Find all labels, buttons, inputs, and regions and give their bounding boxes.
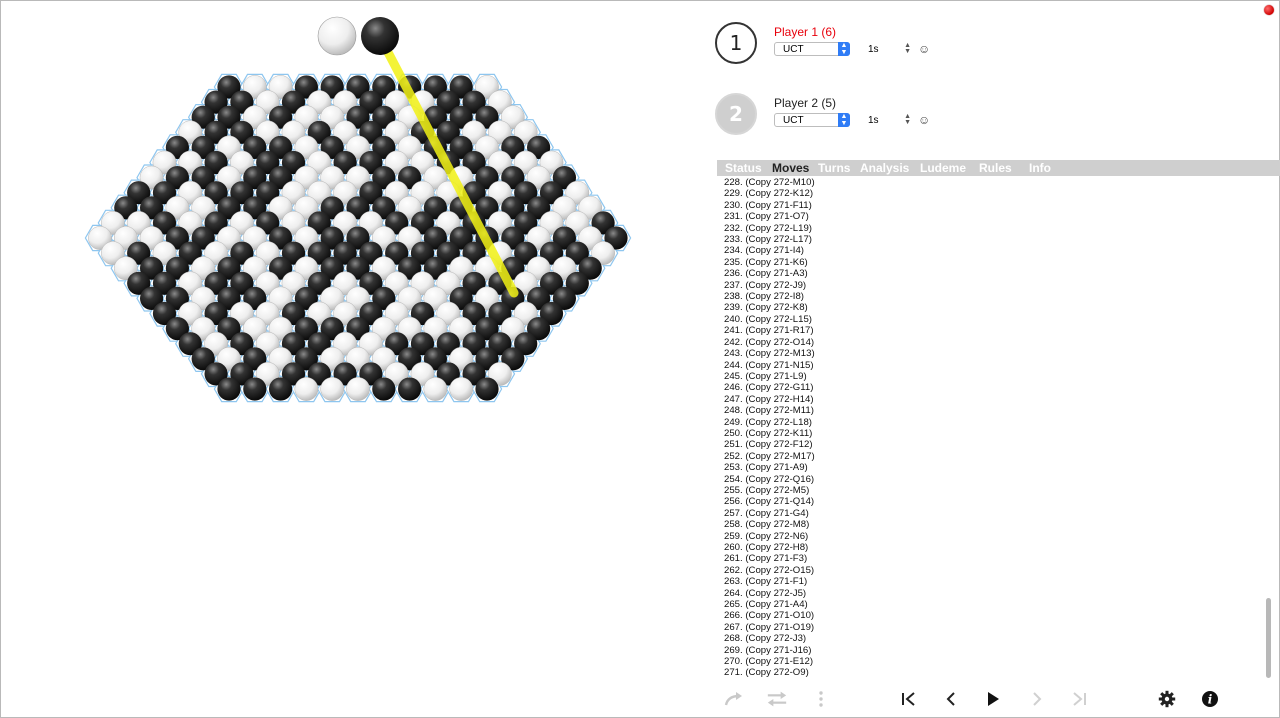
move-item[interactable]: 250. (Copy 272-K11) <box>724 428 1244 439</box>
svg-text:i: i <box>1208 693 1213 707</box>
black-stone[interactable] <box>217 377 241 401</box>
white-stone[interactable] <box>346 377 370 401</box>
black-stone[interactable] <box>372 377 396 401</box>
move-item[interactable]: 230. (Copy 271-F11) <box>724 200 1244 211</box>
play-icon[interactable] <box>982 688 1004 710</box>
move-item[interactable]: 229. (Copy 272-K12) <box>724 188 1244 199</box>
smiley-icon[interactable]: ☺ <box>918 43 930 55</box>
move-item[interactable]: 232. (Copy 272-L19) <box>724 223 1244 234</box>
black-stone[interactable] <box>398 377 422 401</box>
white-stone[interactable] <box>294 377 319 401</box>
move-item[interactable]: 236. (Copy 271-A3) <box>724 268 1244 279</box>
move-item[interactable]: 267. (Copy 271-O19) <box>724 622 1244 633</box>
chevron-updown-icon: ▲ ▼ <box>838 113 850 127</box>
player-2-ai-select[interactable]: UCT ▲ ▼ <box>774 113 850 127</box>
move-item[interactable]: 249. (Copy 272-L18) <box>724 417 1244 428</box>
move-item[interactable]: 238. (Copy 272-I8) <box>724 291 1244 302</box>
move-item[interactable]: 253. (Copy 271-A9) <box>724 462 1244 473</box>
smiley-icon[interactable]: ☺ <box>918 114 930 126</box>
move-item[interactable]: 234. (Copy 271-I4) <box>724 245 1244 256</box>
tab-bar: Status Moves Turns Analysis Ludeme Rules… <box>717 160 1280 176</box>
move-item[interactable]: 263. (Copy 271-F1) <box>724 576 1244 587</box>
moves-list[interactable]: 228. (Copy 272-M10) 229. (Copy 272-K12) 23… <box>724 177 1244 681</box>
move-item[interactable]: 254. (Copy 272-Q16) <box>724 474 1244 485</box>
more-icon[interactable] <box>810 688 832 710</box>
move-item[interactable]: 235. (Copy 271-K6) <box>724 257 1244 268</box>
player-2-name: Player 2 (5) <box>774 96 837 110</box>
move-item[interactable]: 244. (Copy 271-N15) <box>724 360 1244 371</box>
next-icon[interactable] <box>1026 688 1048 710</box>
move-item[interactable]: 265. (Copy 271-A4) <box>724 599 1244 610</box>
move-item[interactable]: 246. (Copy 272-G11) <box>724 382 1244 393</box>
player-1-ai-value: UCT <box>783 44 804 55</box>
move-item[interactable]: 240. (Copy 272-L15) <box>724 314 1244 325</box>
white-stone[interactable] <box>449 377 474 401</box>
move-item[interactable]: 270. (Copy 271-E12) <box>724 656 1244 667</box>
move-item[interactable]: 233. (Copy 272-L17) <box>724 234 1244 245</box>
move-item[interactable]: 268. (Copy 272-J3) <box>724 633 1244 644</box>
move-item[interactable]: 266. (Copy 271-O10) <box>724 610 1244 621</box>
black-stone[interactable] <box>475 377 499 401</box>
move-item[interactable]: 228. (Copy 272-M10) <box>724 177 1244 188</box>
tab-rules[interactable]: Rules <box>979 160 1012 176</box>
move-item[interactable]: 255. (Copy 272-M5) <box>724 485 1244 496</box>
move-item[interactable]: 256. (Copy 271-Q14) <box>724 496 1244 507</box>
move-item[interactable]: 242. (Copy 272-O14) <box>724 337 1244 348</box>
white-stone[interactable] <box>423 377 448 401</box>
player-1-time-field[interactable]: 1s ▲ ▼ <box>865 42 911 56</box>
white-stone[interactable] <box>320 377 345 401</box>
move-item[interactable]: 245. (Copy 271-L9) <box>724 371 1244 382</box>
redo-icon[interactable] <box>723 688 745 710</box>
move-item[interactable]: 231. (Copy 271-O7) <box>724 211 1244 222</box>
black-stone[interactable] <box>269 377 293 401</box>
tab-moves[interactable]: Moves <box>772 160 809 176</box>
move-item[interactable]: 237. (Copy 272-J9) <box>724 280 1244 291</box>
player-1-name: Player 1 (6) <box>774 25 837 39</box>
move-item[interactable]: 271. (Copy 272-O9) <box>724 667 1244 678</box>
move-item[interactable]: 260. (Copy 272-H8) <box>724 542 1244 553</box>
chevron-updown-icon: ▲ ▼ <box>838 42 850 56</box>
move-item[interactable]: 259. (Copy 272-N6) <box>724 531 1244 542</box>
prev-icon[interactable] <box>940 688 962 710</box>
player-1-badge: 1 <box>715 22 757 64</box>
first-icon[interactable] <box>898 688 920 710</box>
moves-scrollbar[interactable] <box>1266 598 1271 678</box>
tab-ludeme[interactable]: Ludeme <box>920 160 966 176</box>
tab-status[interactable]: Status <box>725 160 762 176</box>
swap-icon[interactable] <box>766 688 788 710</box>
move-item[interactable]: 252. (Copy 272-M17) <box>724 451 1244 462</box>
tab-info[interactable]: Info <box>1029 160 1051 176</box>
move-item[interactable]: 239. (Copy 272-K8) <box>724 302 1244 313</box>
tab-analysis[interactable]: Analysis <box>860 160 909 176</box>
move-item[interactable]: 251. (Copy 272-F12) <box>724 439 1244 450</box>
move-item[interactable]: 257. (Copy 271-G4) <box>724 508 1244 519</box>
player-2-time-value: 1s <box>868 115 879 126</box>
move-item[interactable]: 241. (Copy 271-R17) <box>724 325 1244 336</box>
tab-turns[interactable]: Turns <box>818 160 850 176</box>
move-item[interactable]: 248. (Copy 272-M11) <box>724 405 1244 416</box>
stepper-icon[interactable]: ▲ ▼ <box>904 42 911 55</box>
move-item[interactable]: 258. (Copy 272-M8) <box>724 519 1244 530</box>
player-2-time-field[interactable]: 1s ▲ ▼ <box>865 113 911 127</box>
stepper-icon[interactable]: ▲ ▼ <box>904 113 911 126</box>
info-icon[interactable]: i <box>1199 688 1221 710</box>
player-1-ai-select[interactable]: UCT ▲ ▼ <box>774 42 850 56</box>
player-2-badge: 2 <box>715 93 757 135</box>
player-2-ai-value: UCT <box>783 115 804 126</box>
settings-icon[interactable] <box>1156 688 1178 710</box>
move-item[interactable]: 261. (Copy 271-F3) <box>724 553 1244 564</box>
white-stone-indicator <box>317 16 357 56</box>
move-item[interactable]: 247. (Copy 272-H14) <box>724 394 1244 405</box>
move-item[interactable]: 243. (Copy 272-M13) <box>724 348 1244 359</box>
move-item[interactable]: 262. (Copy 272-O15) <box>724 565 1244 576</box>
close-window-button[interactable] <box>1264 5 1274 15</box>
player-1-time-value: 1s <box>868 44 879 55</box>
move-item[interactable]: 264. (Copy 272-J5) <box>724 588 1244 599</box>
black-stone-indicator <box>361 17 399 55</box>
game-board[interactable] <box>0 0 712 660</box>
move-item[interactable]: 269. (Copy 271-J16) <box>724 645 1244 656</box>
black-stone[interactable] <box>243 377 267 401</box>
last-icon[interactable] <box>1068 688 1090 710</box>
